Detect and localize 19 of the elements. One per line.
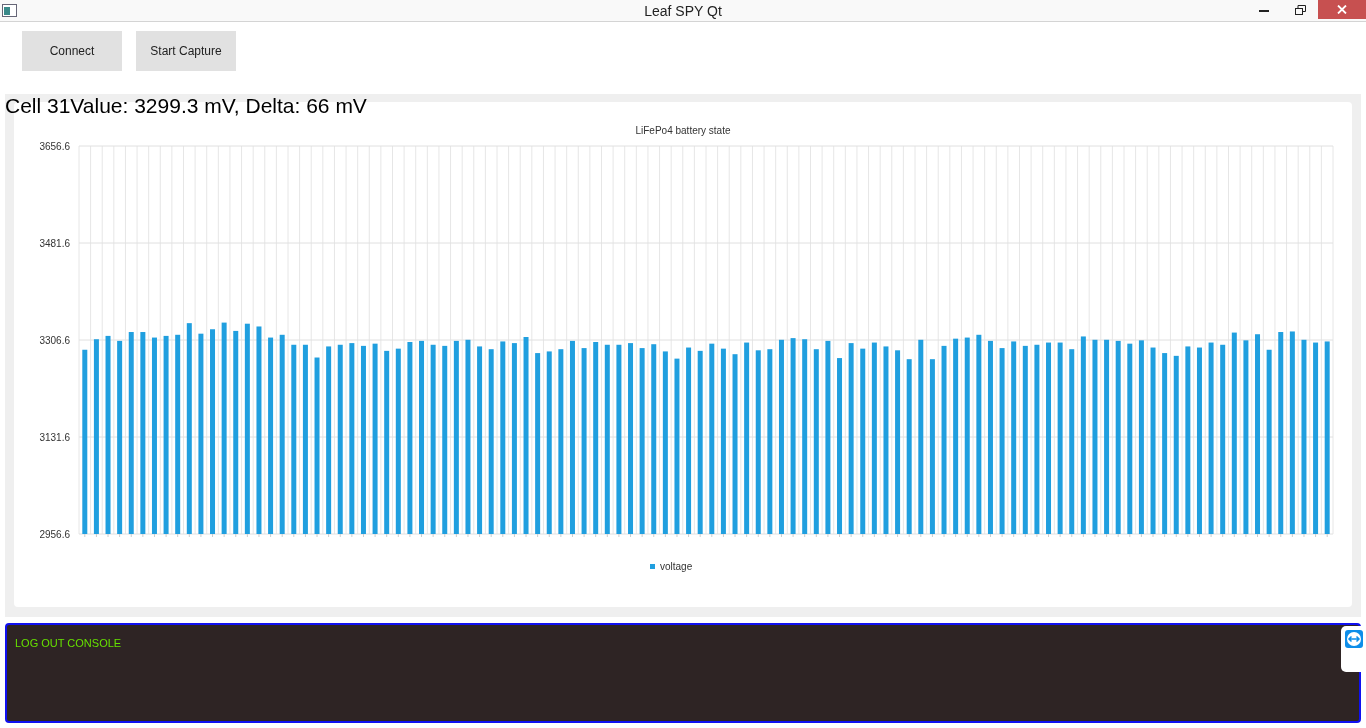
legend-marker [650,564,655,569]
side-tab[interactable] [1341,626,1366,672]
close-button[interactable] [1318,0,1366,19]
y-tick-label: 3481.6 [39,237,70,249]
cell-info-label: Cell 31Value: 3299.3 mV, Delta: 66 mV [5,94,367,118]
y-tick-label: 3656.6 [39,140,70,152]
window-title: Leaf SPY Qt [643,1,723,21]
console-title: LOG OUT CONSOLE [15,636,122,651]
restore-icon [1294,5,1306,15]
y-tick-label: 3306.6 [39,334,70,346]
minimize-icon [1259,8,1269,12]
y-tick-label: 3131.6 [39,431,70,443]
toolbar-button[interactable]: Connect [22,31,122,71]
double-arrow-icon [1344,630,1363,648]
close-icon [1337,5,1347,14]
chart-title: LiFePo4 battery state [635,125,731,136]
legend-label: voltage [660,561,693,572]
toolbar-button[interactable]: Start Capture [136,31,236,71]
y-tick-label: 2956.6 [39,528,70,540]
